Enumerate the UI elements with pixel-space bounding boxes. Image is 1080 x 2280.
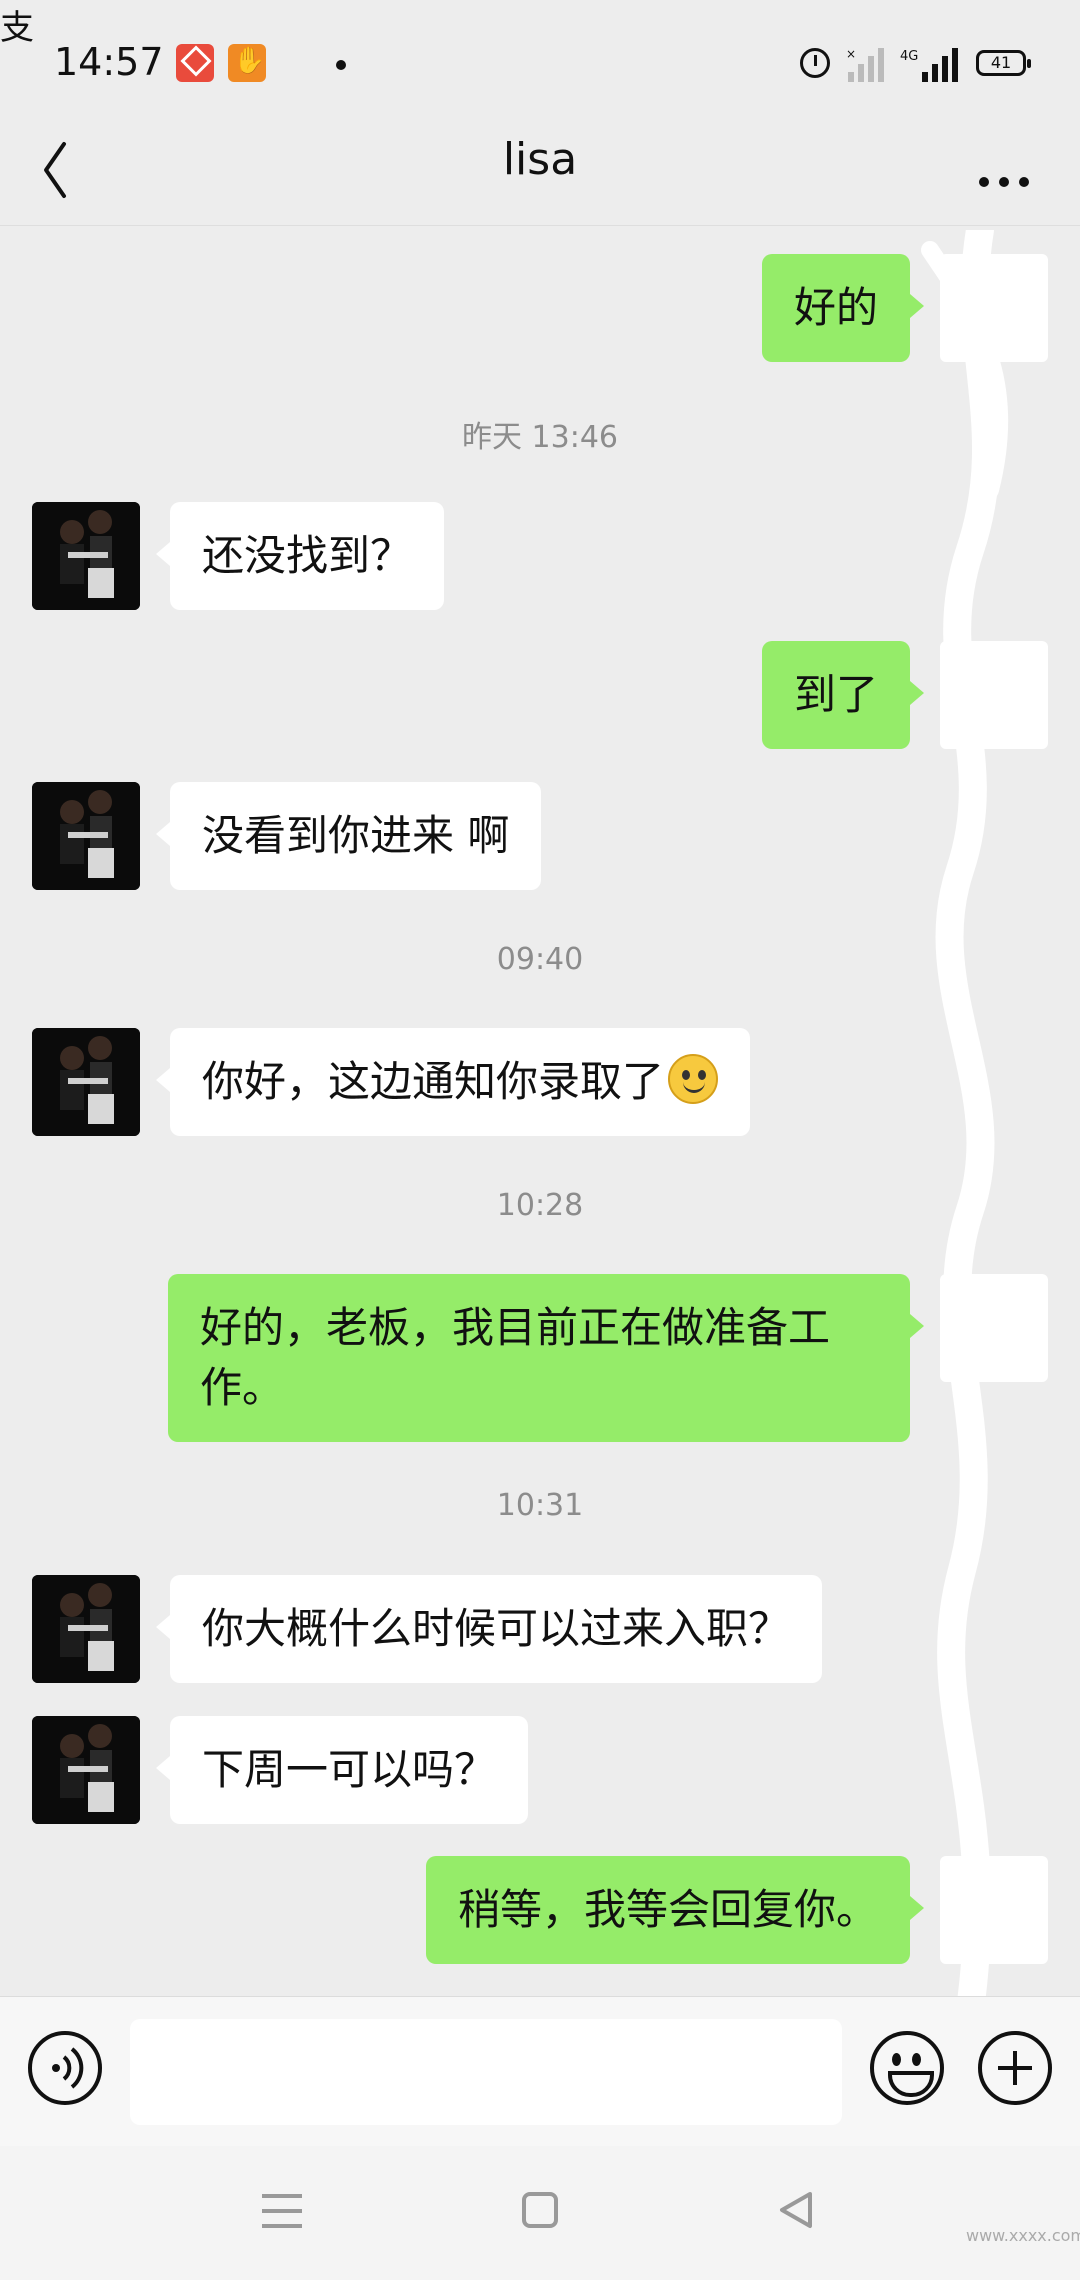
avatar-photo-icon [32,1575,140,1683]
message-bubble-incoming[interactable]: 下周一可以吗？ [155,1716,529,1824]
message-timestamp: 昨天 13:46 [462,420,618,455]
message-bubble-incoming[interactable]: 还没找到？ [155,502,445,610]
message-bubble-outgoing[interactable]: 到了 [761,641,925,749]
avatar-photo-icon [32,502,140,610]
message-bubble-outgoing[interactable]: 好的 [761,254,925,362]
message-bubble-outgoing[interactable]: 稍等，我等会回复你。 [425,1856,925,1964]
app-icon-1 [176,44,214,82]
self-avatar[interactable] [940,641,1048,749]
voice-wave-icon [52,2047,84,2089]
status-time: 14:57 [54,40,164,84]
message-input[interactable] [130,2019,842,2125]
hand-icon [228,44,266,82]
signal-4g-icon: 4G [900,48,958,82]
avatar-photo-icon [32,1716,140,1824]
self-avatar[interactable] [940,1856,1048,1964]
alarm-icon [800,48,830,78]
message-timestamp: 10:28 [496,1188,584,1223]
contact-avatar[interactable] [32,1028,140,1136]
battery-icon: 41 [976,50,1031,76]
message-bubble-incoming[interactable]: 你大概什么时候可以过来入职？ [155,1575,823,1683]
menu-icon[interactable] [262,2194,302,2228]
contact-avatar[interactable] [32,1716,140,1824]
message-bubble-incoming[interactable]: 没看到你进来 啊 [155,782,542,890]
emoji-icon[interactable] [870,2031,944,2105]
contact-avatar[interactable] [32,782,140,890]
notification-dot-icon [336,60,346,70]
message-timestamp: 10:31 [496,1488,584,1523]
home-icon[interactable] [522,2192,558,2228]
chat-title: lisa [502,134,578,185]
chat-header: lisa [0,120,1080,226]
alipay-icon: 支 [0,8,34,48]
voice-icon[interactable] [28,2031,102,2105]
signal-icon: × [846,47,884,82]
message-bubble-outgoing[interactable]: 好的，老板，我目前正在做准备工作。 [168,1274,924,1442]
message-timestamp: 09:40 [496,942,584,977]
svg-text:×: × [846,47,856,61]
network-label: 4G [900,49,918,64]
contact-avatar[interactable] [32,502,140,610]
self-avatar[interactable] [940,254,1048,362]
contact-avatar[interactable] [32,1575,140,1683]
back-triangle-icon[interactable] [776,2190,816,2230]
plus-icon[interactable] [978,2031,1052,2105]
self-avatar[interactable] [940,1274,1048,1382]
status-bar: 14:57 支 × 4G 41 [0,0,1080,130]
system-nav-bar: www.xxxx.com [0,2146,1080,2280]
message-bubble-incoming[interactable]: 你好，这边通知你录取了 [155,1028,751,1136]
chat-screen: 14:57 支 × 4G 41 lisa [0,0,1080,2280]
smile-emoji-icon [668,1054,719,1104]
watermark: www.xxxx.com [966,2226,1080,2245]
more-dots-icon[interactable] [974,140,1034,200]
input-bar [0,1996,1080,2146]
redaction-scribble [921,230,1009,2010]
avatar-photo-icon [32,782,140,890]
message-text: 你好，这边通知你录取了 [202,1057,665,1106]
avatar-photo-icon [32,1028,140,1136]
